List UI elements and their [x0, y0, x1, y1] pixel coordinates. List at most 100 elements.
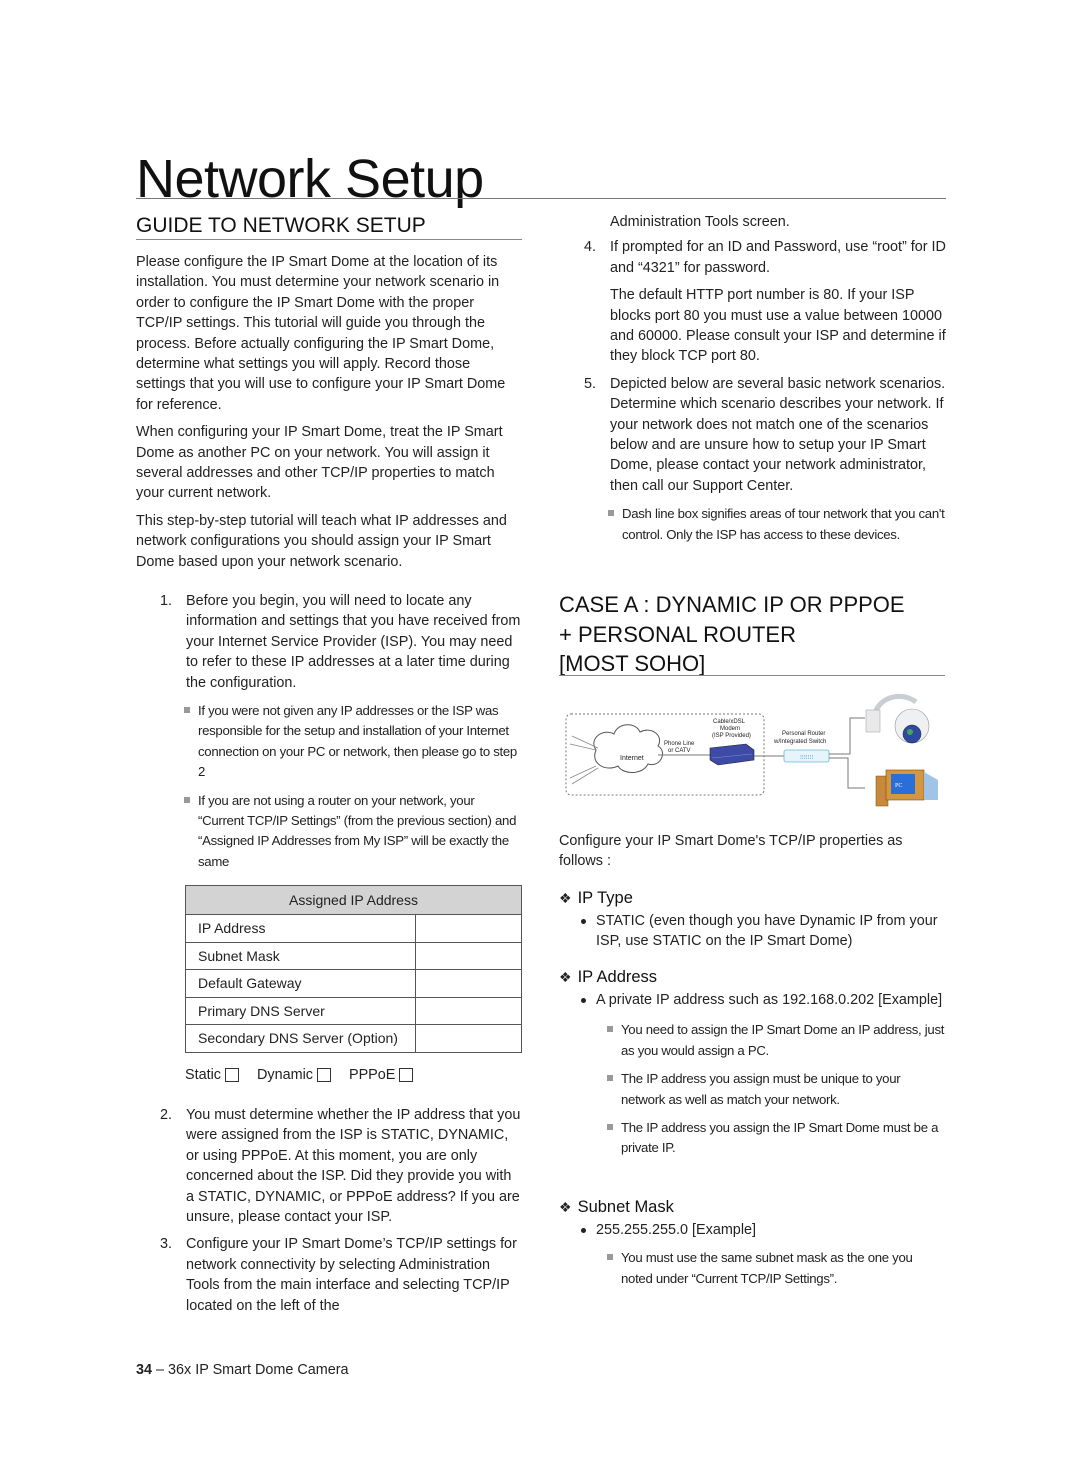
note-item: Dash line box signifies areas of tour ne…: [608, 504, 946, 545]
section-ip-address: ❖ IP Address A private IP address such a…: [559, 966, 945, 1167]
table-header: Assigned IP Address: [185, 885, 522, 915]
diamond-bullet-icon: ❖: [559, 1199, 572, 1215]
modem-label: Modem: [720, 726, 740, 732]
note-text: The IP address you assign must be unique…: [621, 1071, 901, 1107]
note-item: You must use the same subnet mask as the…: [607, 1248, 945, 1289]
step-4-extra: The default HTTP port number is 80. If y…: [610, 287, 946, 365]
bullet-item: A private IP address such as 192.168.0.2…: [579, 990, 945, 1010]
row-label: Secondary DNS Server (Option): [185, 1024, 416, 1053]
note-item: The IP address you assign must be unique…: [607, 1069, 945, 1110]
step-item: 2. You must determine whether the IP add…: [160, 1105, 522, 1227]
dome-camera-icon: [865, 693, 930, 744]
assigned-ip-table: Assigned IP Address IP Address Subnet Ma…: [185, 885, 522, 1053]
diamond-bullet-icon: ❖: [559, 890, 572, 906]
note-square-icon: [607, 1254, 613, 1261]
note-item: If you are not using a router on your ne…: [184, 791, 522, 873]
table-row: Secondary DNS Server (Option): [185, 1024, 522, 1053]
row-value-field[interactable]: [415, 996, 522, 1025]
step-text: Configure your IP Smart Dome’s TCP/IP se…: [186, 1236, 517, 1314]
row-value-field[interactable]: [415, 969, 522, 998]
note-text: The IP address you assign the IP Smart D…: [621, 1120, 939, 1156]
step-number: 5.: [584, 375, 597, 392]
note-item: You need to assign the IP Smart Dome an …: [607, 1020, 945, 1061]
step-text: You must determine whether the IP addres…: [186, 1107, 521, 1226]
pc-icon: PC: [875, 769, 938, 807]
row-value-field[interactable]: [415, 941, 522, 970]
note-square-icon: [608, 510, 614, 517]
bullet-item: 255.255.255.0 [Example]: [579, 1220, 945, 1240]
note-item: The IP address you assign the IP Smart D…: [607, 1118, 945, 1159]
bullet-text: 255.255.255.0 [Example]: [596, 1222, 757, 1238]
note-text: If you are not using a router on your ne…: [198, 792, 517, 869]
note-square-icon: [607, 1026, 613, 1033]
footer-separator: –: [156, 1362, 165, 1378]
case-heading-line: + PERSONAL ROUTER: [559, 621, 796, 647]
title-divider: [136, 198, 946, 199]
note-square-icon: [607, 1124, 613, 1131]
dynamic-checkbox[interactable]: [316, 1068, 331, 1082]
checkbox-label-static: Static: [185, 1067, 221, 1083]
subsection-title: IP Type: [577, 889, 633, 907]
step-item: 3. Configure your IP Smart Dome’s TCP/IP…: [160, 1234, 522, 1316]
subsection-heading: ❖ IP Address: [559, 966, 945, 988]
intro-paragraph: This step-by-step tutorial will teach wh…: [136, 512, 507, 570]
row-label: IP Address: [185, 914, 416, 943]
bullet-text: STATIC (even though you have Dynamic IP …: [596, 913, 938, 950]
page-footer: 34 – 36x IP Smart Dome Camera: [136, 1362, 349, 1378]
continued-text: Administration Tools screen.: [610, 214, 790, 230]
step-text: If prompted for an ID and Password, use …: [610, 239, 946, 276]
row-value-field[interactable]: [415, 914, 522, 943]
subnet-mask-notes: You must use the same subnet mask as the…: [559, 1248, 945, 1289]
table-row: Subnet Mask: [185, 941, 522, 970]
step-5-notes: Dash line box signifies areas of tour ne…: [584, 504, 946, 545]
step-item: 5. Depicted below are several basic netw…: [584, 374, 946, 496]
page-title: Network Setup: [136, 149, 484, 209]
router-icon: ⁝⁝⁝⁝⁝⁝⁝: [783, 749, 830, 763]
static-checkbox[interactable]: [225, 1068, 239, 1082]
section-subnet-mask: ❖ Subnet Mask 255.255.255.0 [Example] Yo…: [559, 1196, 945, 1297]
router-pc-link: [829, 757, 865, 789]
step-number: 2.: [160, 1107, 173, 1123]
diamond-bullet-icon: ❖: [559, 969, 572, 985]
subsection-heading: ❖ IP Type: [559, 887, 945, 909]
row-label: Default Gateway: [185, 969, 416, 998]
pppoe-checkbox[interactable]: [399, 1068, 414, 1082]
section-heading-divider: [136, 239, 522, 240]
table-row: Primary DNS Server: [185, 996, 522, 1025]
row-value-field[interactable]: [415, 1024, 522, 1053]
router-label: w/Integrated Switch: [773, 739, 826, 745]
note-square-icon: [607, 1075, 613, 1082]
section-ip-type: ❖ IP Type STATIC (even though you have D…: [559, 887, 945, 952]
bullet-dot-icon: [581, 1228, 586, 1233]
table-row: Default Gateway: [185, 969, 522, 998]
bullet-dot-icon: [581, 919, 586, 924]
footer-product-name: 36x IP Smart Dome Camera: [168, 1362, 349, 1378]
modem-label: (ISP Provided): [712, 733, 751, 739]
intro-paragraph: Please configure the IP Smart Dome at th…: [136, 254, 506, 413]
section-heading-guide: GUIDE TO NETWORK SETUP: [136, 214, 426, 237]
note-square-icon: [184, 707, 190, 714]
step-item: 4. If prompted for an ID and Password, u…: [584, 237, 946, 278]
checkbox-label-dynamic: Dynamic: [257, 1067, 313, 1083]
step-item: 1. Before you begin, you will need to lo…: [160, 591, 522, 693]
note-text: If you were not given any IP addresses o…: [198, 703, 517, 780]
step-number: 1.: [160, 593, 173, 609]
case-heading-line: CASE A : DYNAMIC IP OR PPPOE: [559, 592, 905, 617]
router-camera-link: [829, 717, 865, 755]
step-1-notes: If you were not given any IP addresses o…: [160, 701, 522, 872]
note-text: Dash line box signifies areas of tour ne…: [622, 506, 945, 542]
subsection-title: Subnet Mask: [577, 1198, 674, 1216]
right-steps: Administration Tools screen. 4. If promp…: [584, 212, 946, 553]
assigned-ip-table-wrap: Assigned IP Address IP Address Subnet Ma…: [185, 885, 522, 1053]
table-row: IP Address: [185, 914, 522, 943]
step-text: Depicted below are several basic network…: [610, 375, 946, 494]
network-diagram: Internet Phone Line or CATV Cable/xDSL M…: [560, 688, 950, 814]
bullet-text: A private IP address such as 192.168.0.2…: [596, 992, 943, 1008]
internet-cloud-icon: [569, 724, 663, 785]
intro-paragraph: When configuring your IP Smart Dome, tre…: [136, 424, 503, 502]
step-1: 1. Before you begin, you will need to lo…: [160, 591, 522, 880]
network-diagram-svg: Internet Phone Line or CATV Cable/xDSL M…: [565, 693, 938, 807]
phone-line-label: or CATV: [668, 748, 691, 754]
phone-line-label: Phone Line: [664, 741, 695, 747]
row-label: Primary DNS Server: [185, 996, 416, 1025]
